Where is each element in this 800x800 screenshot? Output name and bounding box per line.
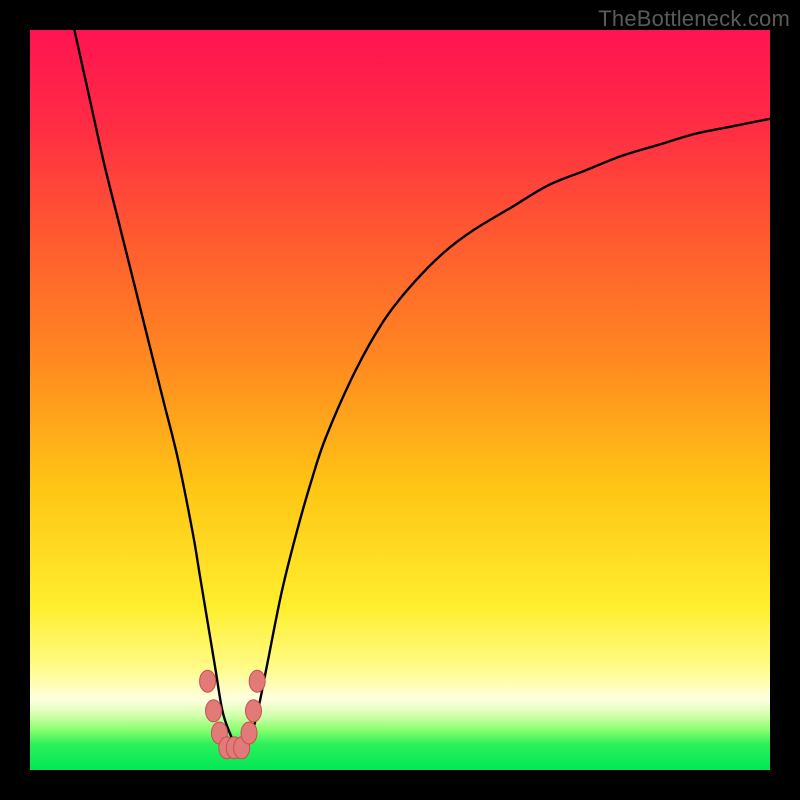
optimal-marker <box>249 670 265 692</box>
bottleneck-chart <box>30 30 770 770</box>
watermark-text: TheBottleneck.com <box>598 6 790 32</box>
optimal-marker <box>200 670 216 692</box>
optimal-marker <box>241 722 257 744</box>
optimal-marker <box>206 700 222 722</box>
plot-area <box>30 30 770 770</box>
optimal-marker <box>245 700 261 722</box>
gradient-background <box>30 30 770 770</box>
chart-frame: TheBottleneck.com <box>0 0 800 800</box>
